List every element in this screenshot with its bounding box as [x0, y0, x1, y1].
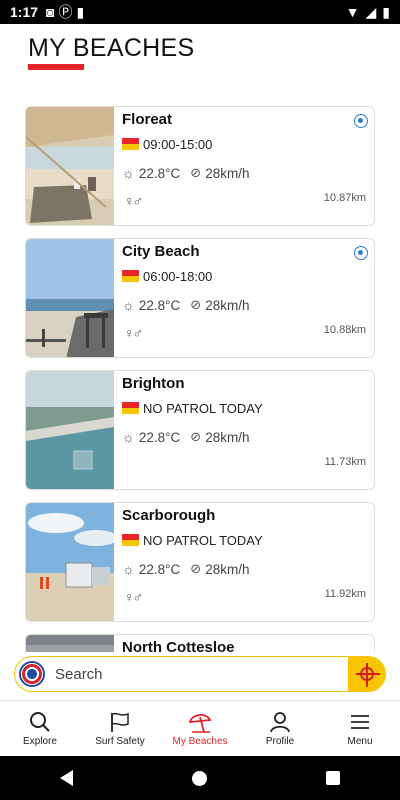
weather-sun-icon: ☼: [122, 429, 135, 445]
beach-card-body: Brighton NO PATROL TODAY ☼ 22.8°C ⊘ 28km…: [114, 371, 374, 489]
temperature: 22.8°C: [138, 429, 181, 445]
toilets-icon: ♀♂: [124, 589, 143, 605]
search-bar: [14, 656, 386, 692]
beach-photo-brighton: [26, 371, 114, 489]
patrol-flag-icon: [122, 402, 139, 414]
temperature: 22.8°C: [138, 165, 181, 181]
patrol-flag-icon: [122, 138, 139, 150]
nav-label: Surf Safety: [95, 736, 145, 747]
beach-card-floreat[interactable]: Floreat 09:00-15:00 ☼ 22.8°C ⊘ 28km/h ♀♂…: [25, 106, 375, 226]
wind-icon: ⊘: [190, 561, 202, 576]
hamburger-icon: [349, 710, 371, 734]
wind-icon: ⊘: [190, 165, 202, 180]
nav-label: My Beaches: [172, 736, 228, 747]
status-bar: 1:17 ◙ Ⓟ ▮ ▼ ◢ ▮: [0, 0, 400, 24]
sd-card-icon: ▮: [76, 3, 85, 20]
distance: 11.92km: [324, 588, 366, 600]
home-icon[interactable]: [191, 770, 207, 786]
patrol-flag-icon: [122, 534, 139, 546]
flag-icon: [109, 710, 131, 734]
beach-photo-city-beach: [26, 239, 114, 357]
wind-speed: 28km/h: [205, 297, 250, 313]
beach-photo-north-cottesloe: [26, 635, 114, 652]
nav-label: Profile: [265, 736, 295, 747]
notification-icon: ◙: [46, 4, 55, 20]
p-icon: Ⓟ: [58, 4, 73, 20]
battery-icon: ▮: [382, 3, 390, 20]
signal-icon: ◢: [365, 3, 377, 20]
nav-label: Explore: [23, 736, 57, 747]
location-target-icon[interactable]: [354, 114, 368, 128]
umbrella-icon: [188, 710, 212, 734]
wind-icon: ⊘: [190, 297, 202, 312]
toilets-icon: ♀♂: [124, 193, 143, 209]
status-time: 1:17: [10, 4, 39, 20]
beach-card-body: City Beach 06:00-18:00 ☼ 22.8°C ⊘ 28km/h…: [114, 239, 374, 357]
beach-name: Brighton: [122, 375, 185, 392]
weather-sun-icon: ☼: [122, 165, 135, 181]
patrol-status: NO PATROL TODAY: [143, 533, 263, 548]
beach-name: North Cottesloe: [122, 639, 235, 652]
beach-card-body: Floreat 09:00-15:00 ☼ 22.8°C ⊘ 28km/h ♀♂…: [114, 107, 374, 225]
search-input[interactable]: [55, 659, 348, 689]
nav-menu[interactable]: Menu: [320, 701, 400, 756]
beach-name: Floreat: [122, 111, 173, 128]
beach-list[interactable]: Floreat 09:00-15:00 ☼ 22.8°C ⊘ 28km/h ♀♂…: [0, 100, 400, 652]
patrol-flag-icon: [122, 270, 139, 282]
beach-card-city-beach[interactable]: City Beach 06:00-18:00 ☼ 22.8°C ⊘ 28km/h…: [25, 238, 375, 358]
title-underline: [28, 64, 84, 70]
location-target-icon[interactable]: [354, 246, 368, 260]
distance: 11.73km: [324, 456, 366, 468]
wifi-icon: ▼: [345, 4, 360, 20]
beach-card-scarborough[interactable]: Scarborough NO PATROL TODAY ☼ 22.8°C ⊘ 2…: [25, 502, 375, 622]
locate-me-button[interactable]: [348, 657, 385, 691]
wind-speed: 28km/h: [205, 561, 250, 577]
status-left-icons: ◙ Ⓟ ▮: [46, 2, 84, 22]
search-icon: [29, 710, 51, 734]
bottom-navigation: Explore Surf Safety My Beaches Profile M…: [0, 700, 400, 756]
weather-sun-icon: ☼: [122, 561, 135, 577]
patrol-hours: 09:00-15:00: [143, 137, 213, 152]
distance: 10.88km: [323, 324, 366, 336]
nav-my-beaches[interactable]: My Beaches: [160, 701, 240, 756]
status-right-icons: ▼ ◢ ▮: [346, 4, 390, 21]
beach-photo-floreat: [26, 107, 114, 225]
weather-row: ☼ 22.8°C ⊘ 28km/h: [122, 561, 249, 577]
beach-card-north-cottesloe[interactable]: North Cottesloe: [25, 634, 375, 652]
temperature: 22.8°C: [138, 297, 181, 313]
beach-card-body: Scarborough NO PATROL TODAY ☼ 22.8°C ⊘ 2…: [114, 503, 374, 621]
weather-row: ☼ 22.8°C ⊘ 28km/h: [122, 165, 249, 181]
beach-card-body: North Cottesloe: [114, 635, 374, 652]
crosshair-icon: [356, 663, 380, 687]
person-icon: [269, 710, 291, 734]
weather-sun-icon: ☼: [122, 297, 135, 313]
toilets-icon: ♀♂: [124, 325, 143, 341]
wind-speed: 28km/h: [205, 165, 250, 181]
app-header: MY BEACHES: [0, 24, 400, 100]
patrol-status: NO PATROL TODAY: [143, 401, 263, 416]
nav-surf-safety[interactable]: Surf Safety: [80, 701, 160, 756]
beach-name: Scarborough: [122, 507, 216, 524]
page-title: MY BEACHES: [28, 34, 195, 62]
weather-row: ☼ 22.8°C ⊘ 28km/h: [122, 297, 249, 313]
patrol-hours: 06:00-18:00: [143, 269, 213, 284]
wind-icon: ⊘: [190, 429, 202, 444]
nav-profile[interactable]: Profile: [240, 701, 320, 756]
back-icon[interactable]: [59, 770, 73, 786]
temperature: 22.8°C: [138, 561, 181, 577]
nav-label: Menu: [347, 736, 373, 747]
distance: 10.87km: [323, 192, 366, 204]
beach-card-brighton[interactable]: Brighton NO PATROL TODAY ☼ 22.8°C ⊘ 28km…: [25, 370, 375, 490]
weather-row: ☼ 22.8°C ⊘ 28km/h: [122, 429, 249, 445]
system-navigation-bar: [0, 756, 400, 800]
wind-speed: 28km/h: [205, 429, 250, 445]
surf-life-saving-logo: [19, 661, 45, 687]
recents-icon[interactable]: [326, 771, 341, 785]
beach-name: City Beach: [122, 243, 200, 260]
beach-photo-scarborough: [26, 503, 114, 621]
nav-explore[interactable]: Explore: [0, 701, 80, 756]
